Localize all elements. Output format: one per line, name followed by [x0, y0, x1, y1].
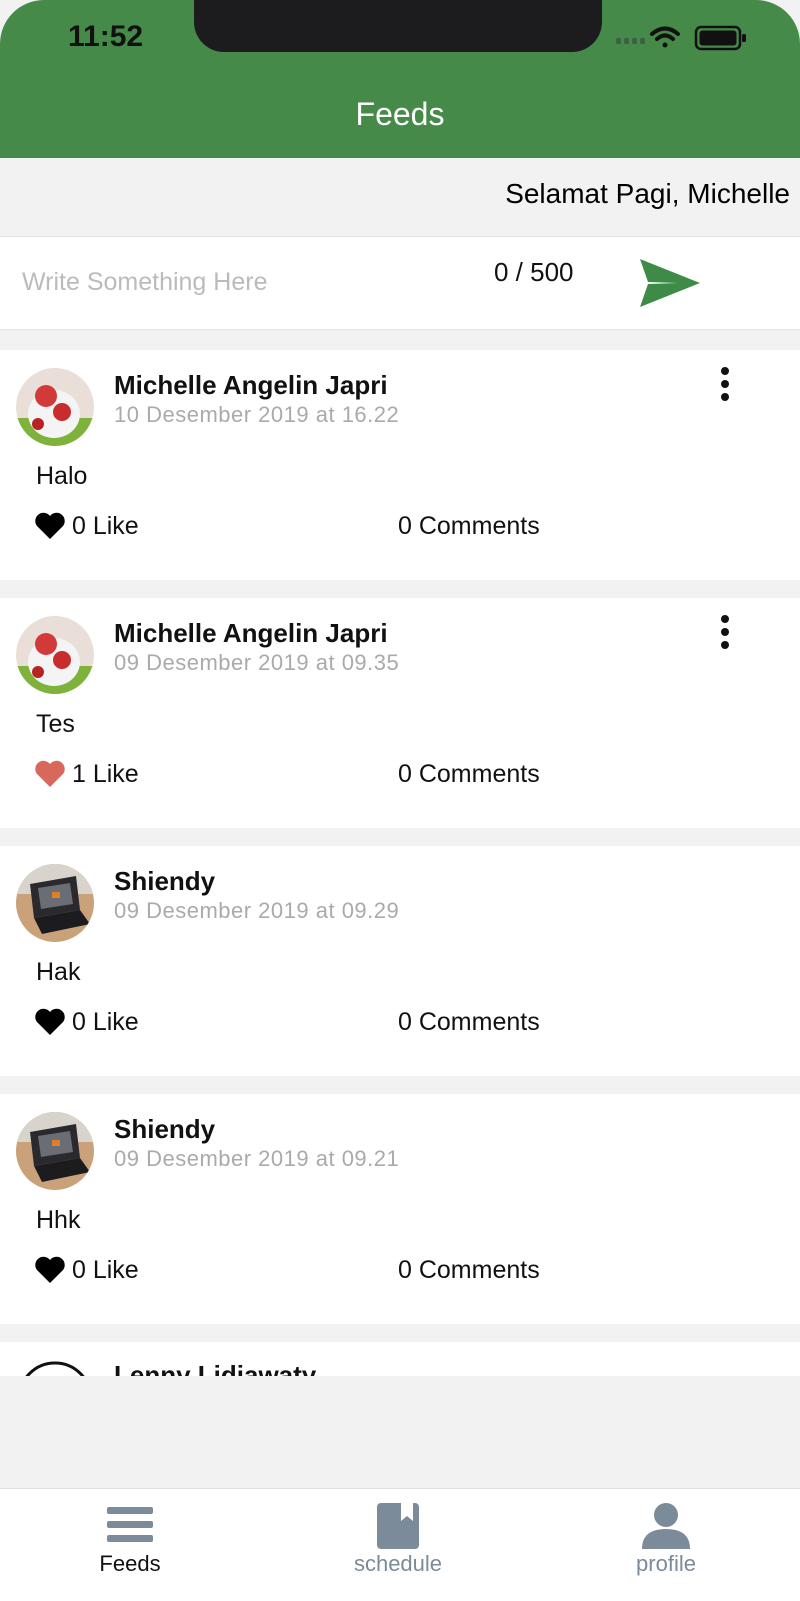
- post-card: Lenny Lidiawaty: [0, 1342, 800, 1376]
- post-date: 09 Desember 2019 at 09.35: [114, 650, 400, 675]
- post-card: Michelle Angelin Japri 10 Desember 2019 …: [0, 350, 800, 580]
- post-card: Michelle Angelin Japri 09 Desember 2019 …: [0, 598, 800, 828]
- post-author[interactable]: Michelle Angelin Japri: [114, 370, 388, 401]
- avatar[interactable]: [16, 368, 94, 446]
- like-button[interactable]: 0 Like: [34, 510, 139, 542]
- laptop-avatar-image: [16, 1112, 94, 1190]
- feed-list-icon: [107, 1507, 153, 1542]
- post-text: Halo: [36, 462, 88, 490]
- post-card: Shiendy 09 Desember 2019 at 09.21 Hhk 0 …: [0, 1094, 800, 1324]
- like-count: 1 Like: [72, 759, 139, 788]
- more-options-icon[interactable]: [712, 366, 738, 402]
- status-time: 11:52: [68, 20, 144, 53]
- post-author[interactable]: Shiendy: [114, 1114, 215, 1145]
- tab-profile[interactable]: profile: [566, 1503, 766, 1583]
- feed-list: Michelle Angelin Japri 10 Desember 2019 …: [0, 350, 800, 1376]
- app-header: 11:52 Feeds: [0, 0, 800, 158]
- tab-feeds[interactable]: Feeds: [30, 1503, 230, 1583]
- comments-link[interactable]: 0 Comments: [398, 512, 540, 541]
- tab-label: schedule: [353, 1551, 443, 1576]
- post-card: Shiendy 09 Desember 2019 at 09.29 Hak 0 …: [0, 846, 800, 1076]
- post-text: Tes: [36, 710, 75, 738]
- like-button[interactable]: 0 Like: [34, 1006, 139, 1038]
- comments-link[interactable]: 0 Comments: [398, 1256, 540, 1285]
- post-date: 10 Desember 2019 at 16.22: [114, 402, 400, 427]
- avatar[interactable]: [16, 1112, 94, 1190]
- post-text: Hak: [36, 958, 81, 986]
- post-composer: 0 / 500: [0, 236, 800, 330]
- comments-link[interactable]: 0 Comments: [398, 1008, 540, 1037]
- like-count: 0 Like: [72, 1255, 139, 1284]
- character-counter: 0 / 500: [494, 257, 574, 287]
- post-author[interactable]: Shiendy: [114, 866, 215, 897]
- person-icon: [642, 1503, 690, 1549]
- default-user-icon: [25, 1361, 85, 1376]
- post-text: Hhk: [36, 1206, 81, 1234]
- comments-link[interactable]: 0 Comments: [398, 760, 540, 789]
- book-icon: [377, 1503, 419, 1549]
- post-date: 09 Desember 2019 at 09.21: [114, 1146, 400, 1171]
- plush-toy-avatar-image: [16, 368, 94, 446]
- post-date: 09 Desember 2019 at 09.29: [114, 898, 400, 923]
- like-count: 0 Like: [72, 1007, 139, 1036]
- tab-label: profile: [636, 1551, 696, 1576]
- plush-toy-avatar-image: [16, 616, 94, 694]
- heart-icon: [35, 760, 65, 787]
- cellular-signal-icon: [616, 38, 645, 44]
- post-author[interactable]: Lenny Lidiawaty: [114, 1360, 316, 1376]
- avatar[interactable]: [16, 616, 94, 694]
- page-title: Feeds: [355, 96, 445, 132]
- more-options-icon[interactable]: [712, 614, 738, 650]
- post-author[interactable]: Michelle Angelin Japri: [114, 618, 388, 649]
- send-icon[interactable]: [638, 257, 702, 309]
- greeting-text: Selamat Pagi, Michelle: [505, 178, 790, 209]
- post-input[interactable]: [20, 259, 464, 305]
- heart-icon: [35, 512, 65, 539]
- heart-icon: [35, 1008, 65, 1035]
- tab-schedule[interactable]: schedule: [298, 1503, 498, 1583]
- like-count: 0 Like: [72, 511, 139, 540]
- device-notch: [194, 0, 602, 52]
- avatar[interactable]: [16, 1360, 94, 1376]
- status-icons: [616, 25, 746, 51]
- wifi-icon: [650, 26, 680, 48]
- tab-label: Feeds: [99, 1551, 161, 1576]
- battery-icon: [694, 25, 746, 51]
- laptop-avatar-image: [16, 864, 94, 942]
- heart-icon: [35, 1256, 65, 1283]
- like-button[interactable]: 1 Like: [34, 758, 139, 790]
- like-button[interactable]: 0 Like: [34, 1254, 139, 1286]
- bottom-tab-bar: Feeds schedule profile: [0, 1488, 800, 1601]
- avatar[interactable]: [16, 864, 94, 942]
